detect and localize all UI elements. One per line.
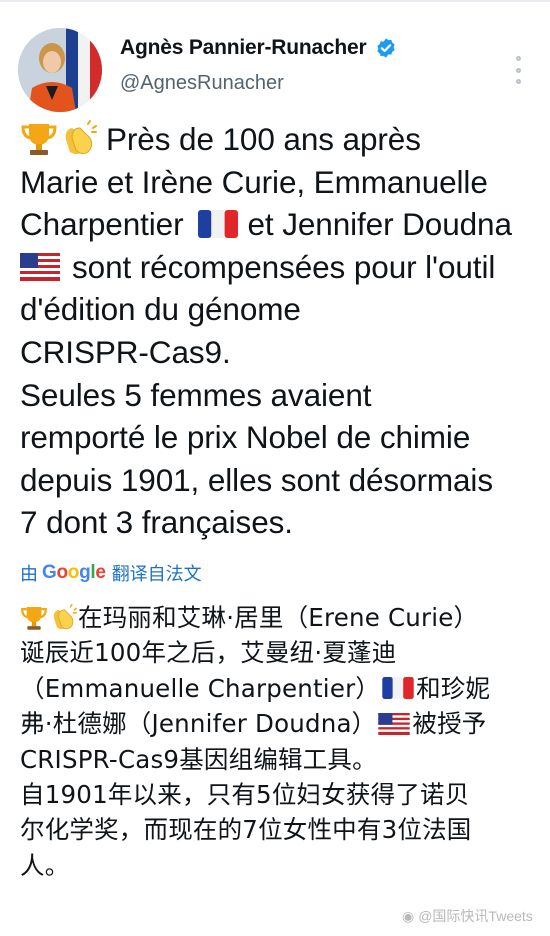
tweet-header: Agnès Pannier-Runacher @AgnesRunacher	[18, 24, 538, 114]
clapping-hands-emoji	[53, 603, 78, 629]
translated-from-label: 翻译自法文	[111, 564, 202, 584]
flag-france-emoji	[382, 677, 414, 700]
translated-by-prefix: 由	[20, 564, 38, 584]
author-handle[interactable]: @AgnesRunacher	[120, 72, 284, 95]
tweet-line-6: CRISPR-Cas9.	[20, 333, 231, 370]
weibo-icon: ◉	[402, 907, 415, 924]
translated-text: 在玛丽和艾琳·居里（Erene Curie） 诞辰近100年之后，艾曼纽·夏蓬迪…	[20, 600, 540, 883]
tweet-line: Près de 100 ans après	[20, 118, 540, 161]
tweet-line-5: d'édition du génome	[20, 291, 301, 328]
trophy-emoji	[21, 606, 47, 630]
translated-line-3a: （Emmanuelle Charpentier）	[20, 673, 381, 703]
flag-usa-emoji	[378, 712, 411, 735]
tweet-line-3a: Charpentier	[20, 206, 184, 243]
tweet-line-7: Seules 5 femmes avaient	[20, 376, 372, 413]
tweet-line-2: Marie et Irène Curie, Emmanuelle	[20, 163, 488, 200]
tweet-line-10: 7 dont 3 françaises.	[20, 504, 293, 541]
top-divider	[0, 0, 550, 2]
avatar[interactable]	[18, 28, 102, 112]
author-name-row: Agnès Pannier-Runacher	[120, 36, 397, 60]
tweet-line-8: remporté le prix Nobel de chimie	[20, 419, 471, 456]
translated-by-google-link[interactable]: 由 Google 翻译自法文	[20, 560, 202, 586]
flag-france-emoji	[197, 210, 238, 239]
translated-line-5: CRISPR-Cas9基因组编辑工具。	[20, 744, 377, 774]
translated-line-1: 在玛丽和艾琳·居里（Erene Curie）	[78, 603, 479, 632]
watermark: ◉ @国际快讯Tweets	[402, 906, 533, 926]
translated-line-4b: 被授予	[412, 709, 487, 739]
tweet-line-3b: et Jennifer Doudna	[247, 206, 512, 243]
trophy-emoji	[21, 124, 57, 156]
google-logo: Google	[42, 562, 106, 583]
tweet-text: Près de 100 ans après Marie et Irène Cur…	[20, 118, 540, 544]
clapping-hands-emoji	[65, 120, 97, 155]
watermark-text: @国际快讯Tweets	[418, 908, 533, 924]
translated-line-2: 诞辰近100年之后，艾曼纽·夏蓬迪	[20, 638, 397, 668]
translated-line-7: 尔化学奖，而现在的7位女性中有3位法国	[20, 815, 472, 845]
author-name[interactable]: Agnès Pannier-Runacher	[120, 36, 367, 60]
flag-usa-emoji	[20, 253, 60, 282]
tweet-line-9: depuis 1901, elles sont désormais	[20, 461, 493, 498]
translated-line-4a: 弗·杜德娜（Jennifer Doudna）	[20, 709, 377, 739]
translated-line-8: 人。	[20, 850, 70, 880]
translated-line-6: 自1901年以来，只有5位妇女获得了诺贝	[20, 779, 470, 809]
verified-badge-icon	[376, 38, 395, 58]
more-options-icon[interactable]	[508, 56, 528, 84]
tweet-line-4: sont récompensées pour l'outil	[72, 248, 496, 285]
translated-line-3b: 和珍妮	[416, 673, 491, 703]
tweet-line-1: Près de 100 ans après	[106, 121, 421, 157]
